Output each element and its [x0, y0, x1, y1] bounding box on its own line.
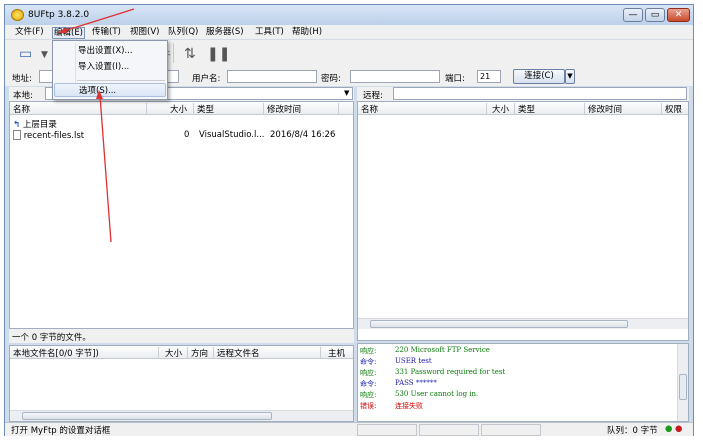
- arrow-head-icon: [58, 27, 67, 33]
- annotation-arrows: [58, 8, 135, 243]
- annotation-arrow-to-edit-menu: [63, 8, 135, 32]
- arrow-head-icon: [96, 90, 103, 99]
- annotation-arrow-to-options: [99, 95, 112, 243]
